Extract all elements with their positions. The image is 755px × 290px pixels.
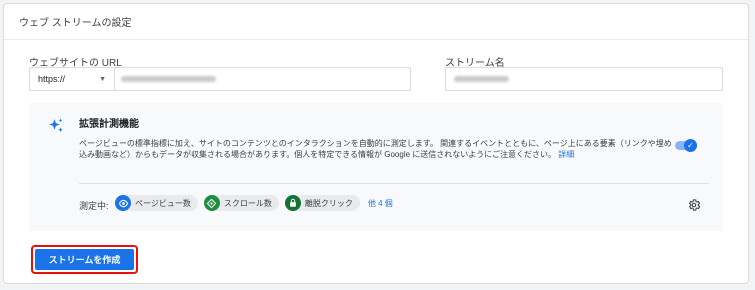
protocol-value: https:// [38, 74, 66, 84]
enhanced-measurement-toggle[interactable]: ✓ [675, 139, 697, 152]
chip-scrolls: スクロール数 [203, 195, 279, 211]
enhanced-measurement-description: ページビューの標準指標に加え、サイトのコンテンツとのインタラクションを自動的に測… [79, 138, 679, 160]
card-title: ウェブ ストリームの設定 [4, 4, 748, 40]
protocol-select[interactable]: https:// ▼ [29, 67, 115, 91]
eye-icon [115, 195, 131, 211]
create-stream-highlight: ストリームを作成 [31, 245, 138, 274]
check-icon: ✓ [684, 139, 697, 152]
sparkle-icon [49, 118, 63, 132]
enhanced-measurement-section: 拡張計測機能 ページビューの標準指標に加え、サイトのコンテンツとのインタラクショ… [29, 103, 723, 231]
chip-label: ページビュー数 [135, 198, 191, 208]
compass-icon [203, 195, 220, 211]
measured-events-chips: ページビュー数 スクロール数 離脱クリック 他 4 個 [115, 195, 393, 211]
description-text: ページビューの標準指標に加え、サイトのコンテンツとのインタラクションを自動的に測… [79, 139, 672, 159]
stream-name-input[interactable] [445, 67, 723, 91]
create-stream-button[interactable]: ストリームを作成 [35, 249, 134, 270]
dropdown-arrow-icon: ▼ [99, 75, 106, 83]
measuring-label: 測定中: [79, 201, 109, 211]
chip-label: スクロール数 [223, 198, 272, 208]
web-stream-settings-card: ウェブ ストリームの設定 ウェブサイトの URL https:// ▼ ストリー… [3, 3, 749, 284]
gear-icon[interactable] [687, 198, 701, 212]
blurred-stream-name [454, 76, 509, 82]
chip-label: 離脱クリック [304, 198, 353, 208]
blurred-url-value [121, 76, 216, 82]
lock-icon [284, 195, 301, 211]
website-url-input[interactable] [114, 67, 411, 91]
more-events-link[interactable]: 他 4 個 [368, 198, 393, 209]
divider [79, 183, 709, 184]
chip-page-views: ページビュー数 [115, 195, 198, 211]
detail-link[interactable]: 詳細 [558, 150, 574, 159]
chip-outbound-clicks: 離脱クリック [284, 195, 360, 211]
enhanced-measurement-title: 拡張計測機能 [79, 119, 139, 130]
